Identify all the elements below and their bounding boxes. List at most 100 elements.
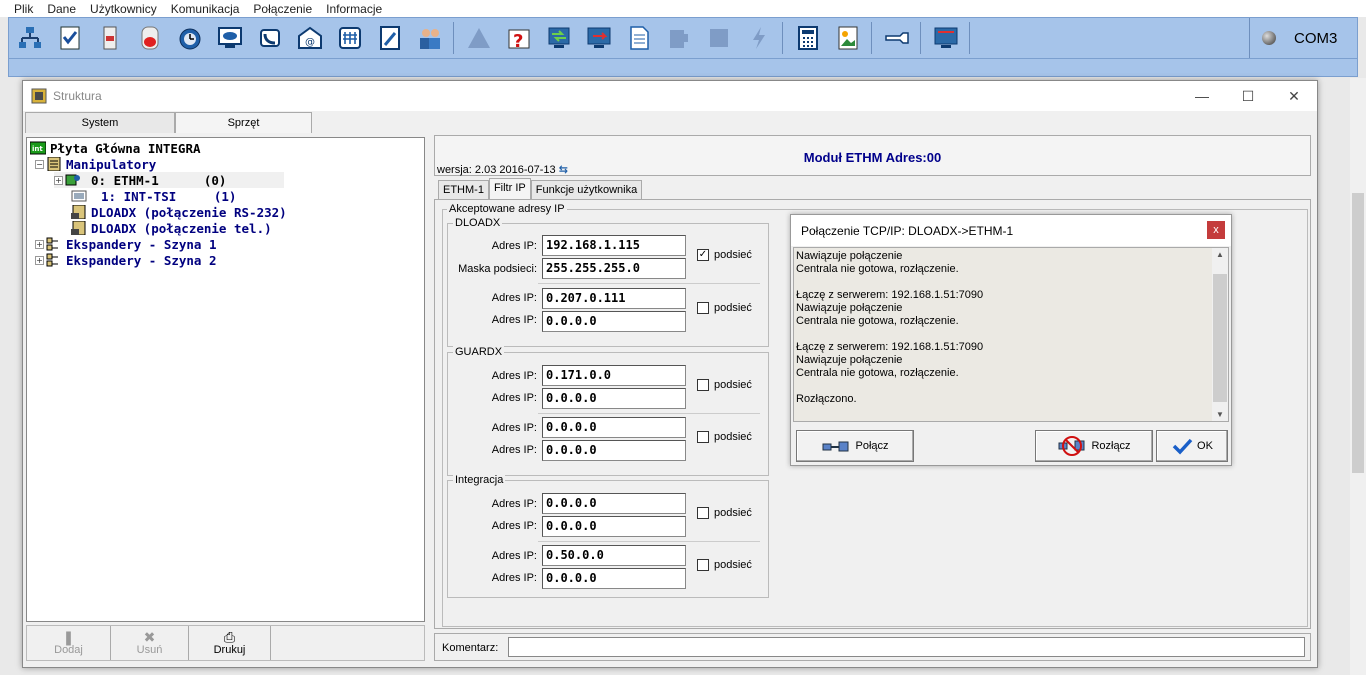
dloadx-ip2-field[interactable]: 0.207.0.111: [542, 288, 686, 309]
refresh-icon[interactable]: ⇆: [559, 164, 568, 176]
dloadx-subnet2-checkbox[interactable]: [697, 302, 709, 314]
guardx-ip3-field[interactable]: 0.0.0.0: [542, 417, 686, 438]
triangle-icon[interactable]: [463, 22, 495, 54]
tree-item-ethm1[interactable]: + 0: ETHM-1 (0): [54, 172, 284, 188]
field-label: Adres IP:: [491, 292, 537, 304]
divider: [538, 541, 760, 542]
integracja-ip3-field[interactable]: 0.50.0.0: [542, 545, 686, 566]
expand-icon[interactable]: +: [54, 175, 63, 185]
tree-label: DLOADX (połączenie RS-232): [91, 204, 287, 220]
ok-button[interactable]: OK: [1156, 430, 1228, 462]
guardx-ip4-field[interactable]: 0.0.0.0: [542, 440, 686, 461]
tree-item-main-board[interactable]: int Płyta Główna INTEGRA: [30, 140, 201, 156]
tree-item-ekspandery-1[interactable]: + Ekspandery - Szyna 1: [35, 236, 217, 252]
menu-komunikacja[interactable]: Komunikacja: [171, 2, 240, 16]
tree-item-dloadx-rs232[interactable]: DLOADX (połączenie RS-232): [71, 204, 287, 220]
scrollbar-thumb[interactable]: [1352, 193, 1364, 473]
drukuj-button[interactable]: ⎙ Drukuj: [189, 626, 271, 660]
module-icon[interactable]: [94, 22, 126, 54]
menu-uzytkownicy[interactable]: Użytkownicy: [90, 2, 157, 16]
structure-icon[interactable]: [14, 22, 46, 54]
email-icon[interactable]: @: [294, 22, 326, 54]
comment-label: Komentarz:: [442, 642, 499, 654]
tab-sprzet[interactable]: Sprzęt: [175, 112, 312, 133]
main-scrollbar[interactable]: [1350, 78, 1366, 675]
puzzle-icon[interactable]: [663, 22, 695, 54]
field-label: Adres IP:: [491, 240, 537, 252]
scroll-up-icon[interactable]: ▲: [1216, 250, 1224, 259]
users-icon[interactable]: [414, 22, 446, 54]
clock-icon[interactable]: [174, 22, 206, 54]
square-icon[interactable]: [703, 22, 735, 54]
dloadx-subnet-checkbox[interactable]: ✓: [697, 249, 709, 261]
maximize-button[interactable]: ☐: [1225, 81, 1271, 111]
polacz-button[interactable]: Połącz: [796, 430, 914, 462]
tree-item-dloadx-tel[interactable]: DLOADX (połączenie tel.): [71, 220, 272, 236]
tree-item-int-tsi[interactable]: 1: INT-TSI (1): [71, 188, 236, 204]
integracja-ip-field[interactable]: 0.0.0.0: [542, 493, 686, 514]
rozlacz-button[interactable]: Rozłącz: [1035, 430, 1153, 462]
checkbox-label: podsieć: [714, 249, 752, 261]
document-icon[interactable]: [623, 22, 655, 54]
image-icon[interactable]: [832, 22, 864, 54]
dodaj-button[interactable]: ❚ Dodaj: [27, 626, 111, 660]
divider: [538, 283, 760, 284]
tools-icon[interactable]: [374, 22, 406, 54]
phone-icon[interactable]: [254, 22, 286, 54]
struktura-titlebar: Struktura — ☐ ✕: [23, 81, 1317, 111]
tree-item-manipulatory[interactable]: − Manipulatory: [35, 156, 156, 172]
keypad-icon[interactable]: [334, 22, 366, 54]
lightning-icon[interactable]: [743, 22, 775, 54]
guardx-ip2-field[interactable]: 0.0.0.0: [542, 388, 686, 409]
calculator-icon[interactable]: [792, 22, 824, 54]
expand-icon[interactable]: +: [35, 239, 44, 249]
wrench-icon[interactable]: [881, 22, 913, 54]
mainboard-icon: int: [30, 141, 46, 155]
tab-ethm1[interactable]: ETHM-1: [438, 180, 489, 199]
dloadx-mask-field[interactable]: 255.255.255.0: [542, 258, 686, 279]
dialog-close-button[interactable]: x: [1207, 221, 1225, 239]
scroll-down-icon[interactable]: ▼: [1216, 410, 1224, 419]
integracja-subnet2-checkbox[interactable]: [697, 559, 709, 571]
svg-text:?: ?: [513, 31, 523, 52]
integracja-ip2-field[interactable]: 0.0.0.0: [542, 516, 686, 537]
checklist-icon[interactable]: [54, 22, 86, 54]
connection-log[interactable]: Nawiązuje połączenie Centrala nie gotowa…: [793, 247, 1229, 422]
siren-icon[interactable]: [134, 22, 166, 54]
comment-input[interactable]: [508, 637, 1305, 657]
minimize-button[interactable]: —: [1179, 81, 1225, 111]
expand-icon[interactable]: +: [35, 255, 44, 265]
dloadx-ip3-field[interactable]: 0.0.0.0: [542, 311, 686, 332]
dloadx-ip-field[interactable]: 192.168.1.115: [542, 235, 686, 256]
module-header: Moduł ETHM Adres:00 wersja: 2.03 2016-07…: [434, 135, 1311, 176]
menu-informacje[interactable]: Informacje: [326, 2, 382, 16]
toolbar-separator: [920, 22, 921, 54]
tree-item-ekspandery-2[interactable]: + Ekspandery - Szyna 2: [35, 252, 217, 268]
usun-button[interactable]: ✖ Usuń: [111, 626, 189, 660]
guardx-subnet2-checkbox[interactable]: [697, 431, 709, 443]
question-icon[interactable]: ?: [503, 22, 535, 54]
integracja-ip4-field[interactable]: 0.0.0.0: [542, 568, 686, 589]
guardx-subnet-checkbox[interactable]: [697, 379, 709, 391]
tab-filtr-ip[interactable]: Filtr IP: [488, 178, 531, 199]
tree-label: Ekspandery - Szyna 1: [66, 236, 217, 252]
menu-plik[interactable]: Plik: [14, 2, 33, 16]
eye-monitor-icon[interactable]: [214, 22, 246, 54]
close-button[interactable]: ✕: [1271, 81, 1317, 111]
monitor-arrow-icon[interactable]: [583, 22, 615, 54]
log-scrollbar[interactable]: ▲ ▼: [1212, 248, 1228, 421]
tab-funkcje-uzytkownika[interactable]: Funkcje użytkownika: [530, 180, 643, 199]
scrollbar-thumb[interactable]: [1213, 274, 1227, 402]
toolbar-separator: [453, 22, 454, 54]
menu-polaczenie[interactable]: Połączenie: [253, 2, 312, 16]
integracja-subnet-checkbox[interactable]: [697, 507, 709, 519]
tab-system[interactable]: System: [25, 112, 175, 133]
collapse-icon[interactable]: −: [35, 159, 44, 169]
screen-icon[interactable]: [930, 22, 962, 54]
menu-dane[interactable]: Dane: [47, 2, 76, 16]
checkbox-label: podsieć: [714, 302, 752, 314]
transfer-icon[interactable]: [543, 22, 575, 54]
field-label: Adres IP:: [491, 370, 537, 382]
expander-icon: [46, 237, 58, 251]
guardx-ip-field[interactable]: 0.171.0.0: [542, 365, 686, 386]
